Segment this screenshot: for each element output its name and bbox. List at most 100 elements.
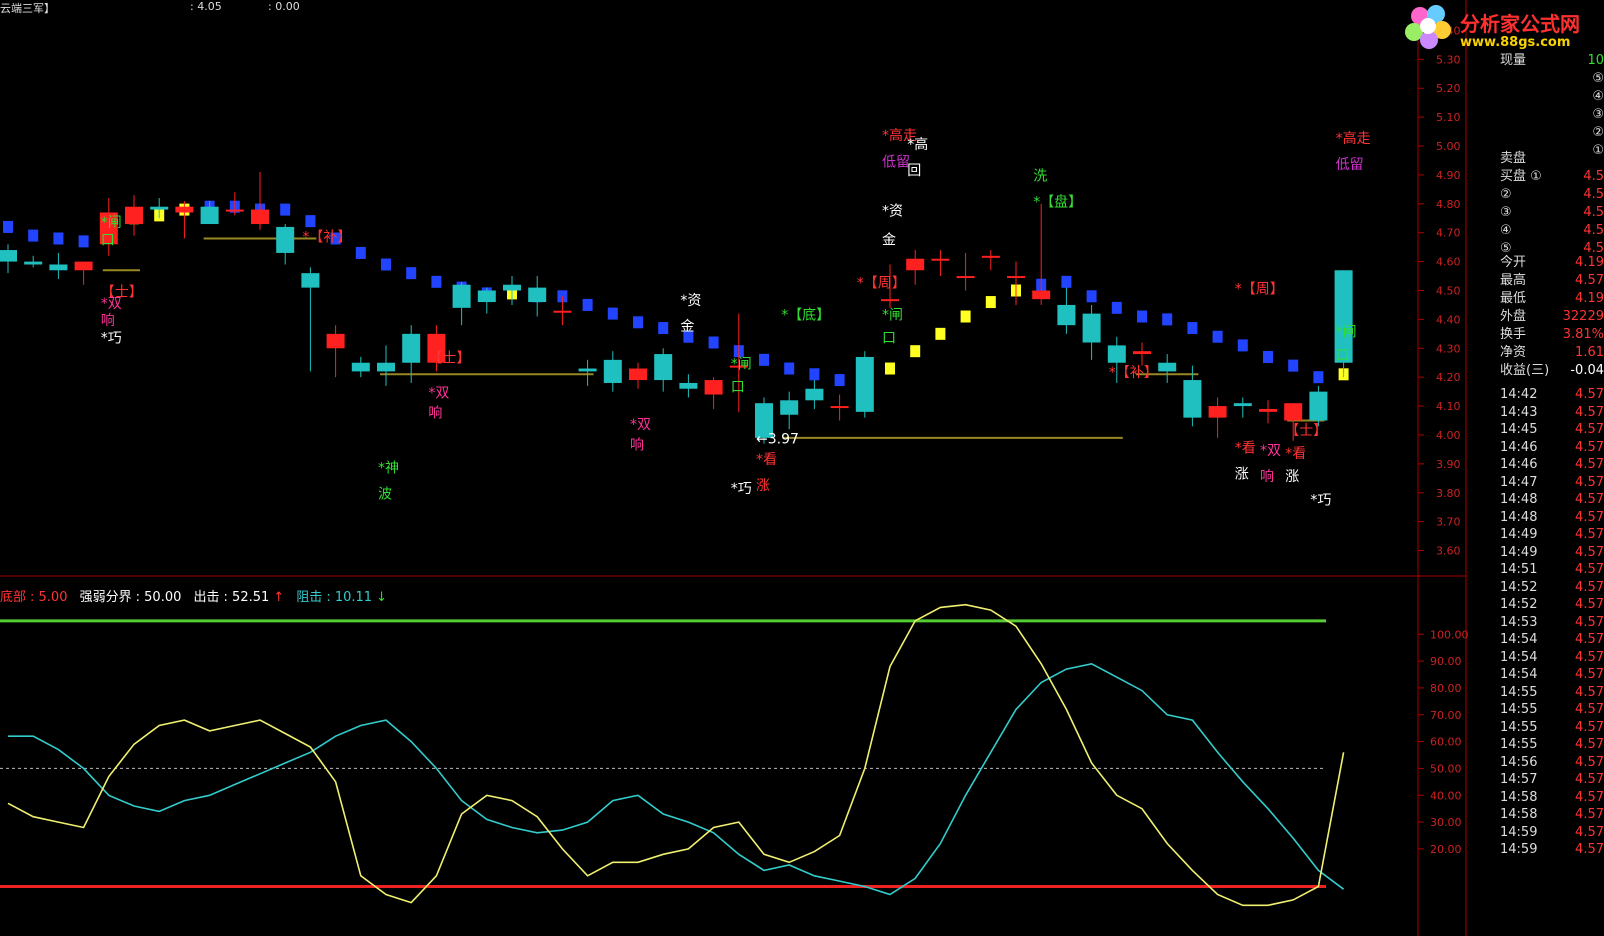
tick-row-value: 4.57 <box>1575 789 1604 805</box>
y-tick-label: 3.90 <box>1436 458 1461 471</box>
stat-row-value: 4.19 <box>1575 291 1604 306</box>
cloud-square <box>809 368 820 381</box>
candle-body <box>477 290 496 303</box>
candle-body <box>931 258 950 261</box>
cloud-square <box>1263 350 1273 363</box>
candle-body <box>200 206 219 225</box>
tick-row: 14:58 4.57 <box>1500 806 1604 824</box>
tick-row-label: 14:55 <box>1500 719 1538 735</box>
stat-row-label: 今开 <box>1500 255 1527 270</box>
quote-panel: 现量 10 ⑤ ④ ③ ② ① 卖盘 买盘 ① 4.5 ② 4.5 ③ 4.5 ④ 4.5 ⑤ 4.5 今开… <box>1500 0 1604 936</box>
tick-row: 14:55 4.57 <box>1500 736 1604 754</box>
chart-annotation: *双 <box>630 417 651 433</box>
legend-resist: 阻击: 10.11 ↓ <box>296 590 387 605</box>
y-tick-label: 5.20 <box>1436 82 1461 95</box>
tick-row: 14:46 4.57 <box>1500 456 1604 474</box>
chart-canvas: 5.405.305.205.105.004.904.804.704.604.50… <box>0 0 1469 936</box>
tick-row-label: 14:49 <box>1500 527 1538 542</box>
tick-row-value: 4.57 <box>1575 404 1604 420</box>
chart-annotation: ←3.97 <box>756 432 799 448</box>
stat-row: 外盘 32229 <box>1500 308 1604 326</box>
tick-row-value: 4.57 <box>1575 439 1604 455</box>
tick-row-value: 4.57 <box>1575 457 1604 472</box>
tick-row-label: 14:42 <box>1500 387 1538 402</box>
series-cyan-line <box>8 662 1345 896</box>
cloud-square <box>355 246 366 259</box>
chart-annotation: 响 <box>101 313 115 329</box>
chart-annotation: *【周】 <box>857 276 906 292</box>
candle-body <box>225 209 244 212</box>
tick-row-value: 4.57 <box>1575 597 1604 612</box>
tick-row-label: 14:54 <box>1500 667 1538 682</box>
candle-body <box>49 264 68 271</box>
tick-row-value: 4.57 <box>1575 614 1604 630</box>
chart-annotation: *双 <box>428 385 449 401</box>
stat-row-value: 1.61 <box>1575 345 1604 360</box>
chart-annotation: *【补】 <box>1109 365 1158 381</box>
cloud-square <box>582 298 593 311</box>
candle-body <box>553 310 572 313</box>
candle-body <box>603 359 622 383</box>
cloud-square <box>607 307 618 320</box>
tick-row-label: 14:54 <box>1500 632 1538 647</box>
tick-row-value: 4.57 <box>1575 422 1604 437</box>
tick-row-value: 4.57 <box>1575 527 1604 542</box>
ind-tick-label: 50.00 <box>1430 762 1462 775</box>
tick-row: 14:49 4.57 <box>1500 526 1604 544</box>
chart-annotation: *【周】 <box>1235 281 1284 297</box>
candle-body <box>1284 403 1303 421</box>
ind-tick-label: 90.00 <box>1430 655 1462 668</box>
candle-body <box>452 284 471 308</box>
tick-row-label: 14:51 <box>1500 562 1538 577</box>
y-tick-label: 5.10 <box>1436 111 1461 124</box>
tick-row: 14:46 4.57 <box>1500 439 1604 457</box>
tick-row: 14:54 4.57 <box>1500 631 1604 649</box>
cloud-square <box>1288 359 1299 372</box>
top-value-2: : 0.00 <box>268 0 300 13</box>
candle-body <box>981 255 1000 258</box>
sell-level: ③ <box>1500 106 1604 124</box>
tick-row-value: 4.57 <box>1575 719 1604 735</box>
sell-level-value: ④ <box>1592 89 1604 104</box>
chart-annotation: 低留 <box>1336 157 1364 173</box>
tick-row-label: 14:59 <box>1500 824 1538 840</box>
buy-level-value: 4.5 <box>1583 205 1604 220</box>
cloud-square <box>1111 301 1122 314</box>
chart-annotation: *看 <box>1235 440 1256 456</box>
candle-body <box>1007 276 1025 279</box>
cloud-square <box>53 232 64 245</box>
buy-level-value: 4.5 <box>1583 187 1604 202</box>
y-tick-label: 4.30 <box>1436 342 1461 355</box>
chart-annotation: *巧 <box>731 481 752 497</box>
chart-annotation: 口 <box>101 232 115 248</box>
chart-annotation: *闸 <box>731 357 752 373</box>
y-tick-label: 4.20 <box>1436 371 1461 384</box>
tick-row: 14:47 4.57 <box>1500 474 1604 492</box>
cloud-square <box>1212 330 1223 343</box>
buy-level-value: 4.5 <box>1583 169 1604 184</box>
y-tick-label: 4.70 <box>1436 227 1461 240</box>
candle-body <box>251 209 269 225</box>
chart-annotation: *巧 <box>1310 492 1331 508</box>
stat-row: 换手 3.81% <box>1500 326 1604 344</box>
cloud-square <box>633 316 643 329</box>
y-tick-label: 4.90 <box>1436 169 1461 182</box>
candle-body <box>1133 351 1151 355</box>
buy-level: ③ 4.5 <box>1500 204 1604 222</box>
tick-row-value: 4.57 <box>1575 667 1604 682</box>
chart-annotation: 低留 <box>882 154 910 170</box>
tick-row: 14:52 4.57 <box>1500 579 1604 597</box>
cloud-square <box>28 229 39 242</box>
tick-row-label: 14:43 <box>1500 404 1538 420</box>
tick-row-value: 4.57 <box>1575 387 1604 402</box>
chart-annotation: 金 <box>882 232 896 248</box>
tick-row: 14:59 4.57 <box>1500 841 1604 859</box>
ind-tick-label: 20.00 <box>1430 843 1462 856</box>
chart-annotation: *闸 <box>101 215 122 231</box>
cloud-square <box>1162 313 1173 326</box>
tick-row-label: 14:55 <box>1500 702 1538 717</box>
sell-level-value: ② <box>1592 125 1604 140</box>
candle-body <box>679 382 698 389</box>
ind-tick-label: 30.00 <box>1430 816 1462 829</box>
chart-annotation: 口 <box>882 331 896 347</box>
